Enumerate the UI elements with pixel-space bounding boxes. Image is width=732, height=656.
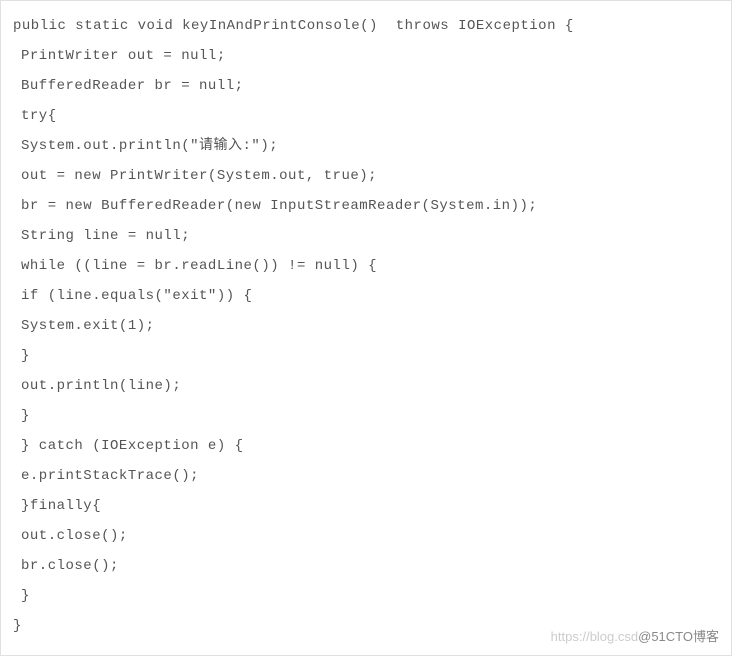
watermark-light: https://blog.csd (551, 629, 638, 644)
code-line: } (13, 341, 719, 371)
code-line: while ((line = br.readLine()) != null) { (13, 251, 719, 281)
code-line: }finally{ (13, 491, 719, 521)
code-line: e.printStackTrace(); (13, 461, 719, 491)
code-line: PrintWriter out = null; (13, 41, 719, 71)
code-line: System.exit(1); (13, 311, 719, 341)
code-line: System.out.println("请输入:"); (13, 131, 719, 161)
watermark: https://blog.csd@51CTO博客 (551, 626, 719, 645)
code-block: public static void keyInAndPrintConsole(… (13, 11, 719, 641)
code-line: out.close(); (13, 521, 719, 551)
code-line: String line = null; (13, 221, 719, 251)
code-line: BufferedReader br = null; (13, 71, 719, 101)
code-line: out.println(line); (13, 371, 719, 401)
code-line: out = new PrintWriter(System.out, true); (13, 161, 719, 191)
code-line: br = new BufferedReader(new InputStreamR… (13, 191, 719, 221)
code-line: } (13, 401, 719, 431)
code-line: if (line.equals("exit")) { (13, 281, 719, 311)
code-line: } (13, 581, 719, 611)
code-line: public static void keyInAndPrintConsole(… (13, 11, 719, 41)
code-line: } catch (IOException e) { (13, 431, 719, 461)
code-line: br.close(); (13, 551, 719, 581)
code-line: try{ (13, 101, 719, 131)
watermark-dark: @51CTO博客 (638, 629, 719, 644)
